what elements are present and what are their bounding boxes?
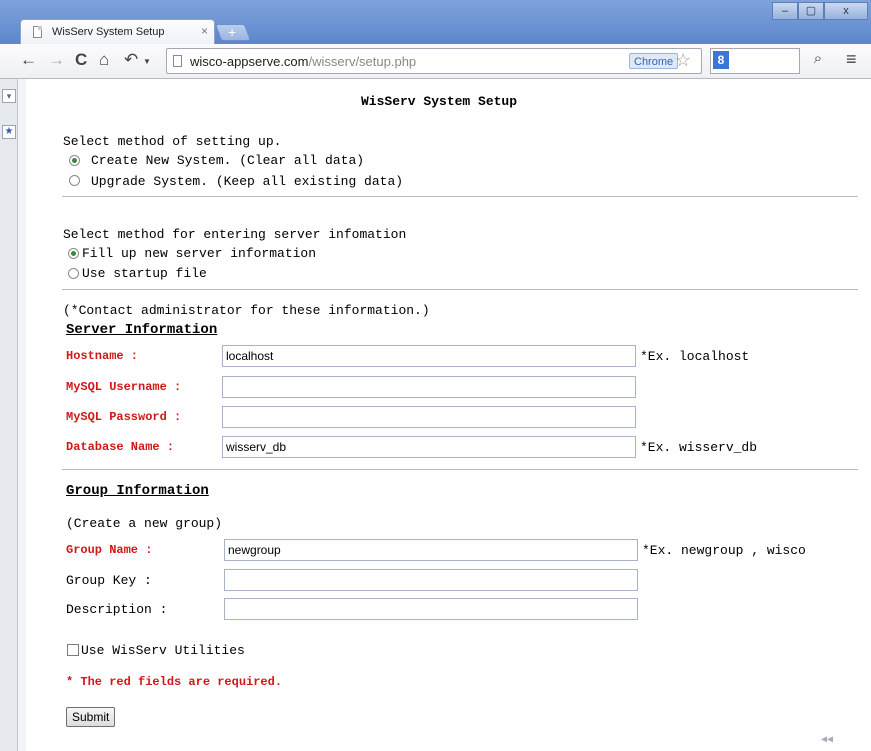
group-note: (Create a new group) (66, 516, 223, 531)
radio-upgrade[interactable] (69, 175, 80, 186)
plus-icon[interactable]: + (228, 24, 236, 41)
undo-dropdown-icon[interactable]: ▼ (143, 57, 151, 66)
favorites-star-icon[interactable]: ★ (2, 125, 16, 139)
group-name-input[interactable] (224, 539, 638, 561)
setup-method-prompt: Select method of setting up. (63, 134, 282, 149)
page-title: WisServ System Setup (361, 94, 518, 109)
description-input[interactable] (224, 598, 638, 620)
divider (62, 289, 858, 290)
undo-icon[interactable]: ↶ (124, 50, 138, 70)
title-bar: WisServ System Setup × + – ▢ x (0, 0, 871, 44)
tab-close-icon[interactable]: × (201, 24, 208, 38)
contact-note: (*Contact administrator for these inform… (63, 303, 430, 318)
window-controls: – ▢ x (772, 2, 868, 20)
side-gap (18, 79, 26, 751)
mysql-username-label: MySQL Username : (66, 380, 182, 394)
hostname-hint: *Ex. localhost (640, 349, 750, 364)
hostname-input[interactable] (222, 345, 636, 367)
url-host: wisco-appserve.com (190, 54, 309, 69)
collapse-arrows-icon[interactable]: ◀◀ (816, 731, 838, 751)
entry-method-prompt: Select method for entering server infoma… (63, 227, 407, 242)
database-name-hint: *Ex. wisserv_db (640, 440, 758, 455)
mysql-password-input[interactable] (222, 406, 636, 428)
address-bar[interactable]: wisco-appserve.com/wisserv/setup.php Chr… (166, 48, 702, 74)
url-text[interactable]: wisco-appserve.com/wisserv/setup.php (190, 54, 416, 69)
dropdown-icon[interactable]: ▾ (2, 89, 16, 103)
page-content: WisServ System Setup Select method of se… (26, 79, 871, 751)
side-panel: ▾ ★ (0, 79, 18, 751)
url-path: /wisserv/setup.php (308, 54, 417, 69)
radio-fill-info-label: Fill up new server information (82, 246, 317, 261)
close-window-button[interactable]: x (824, 2, 868, 20)
group-key-input[interactable] (224, 569, 638, 591)
database-name-label: Database Name : (66, 440, 175, 454)
group-key-label: Group Key : (66, 573, 152, 588)
radio-fill-info[interactable] (68, 248, 79, 259)
divider (62, 469, 858, 470)
radio-create-new-label: Create New System. (Clear all data) (91, 153, 365, 168)
chrome-badge[interactable]: Chrome (629, 53, 679, 69)
minimize-button[interactable]: – (772, 2, 798, 20)
group-info-heading: Group Information (66, 483, 209, 499)
menu-icon[interactable]: ≡ (846, 49, 857, 70)
google-icon[interactable]: 8 (713, 51, 729, 69)
page-icon (33, 26, 42, 38)
submit-button[interactable]: Submit (66, 707, 116, 727)
forward-arrow-icon[interactable]: → (48, 50, 65, 70)
reload-icon[interactable]: C (75, 50, 87, 70)
maximize-button[interactable]: ▢ (798, 2, 824, 20)
use-utilities-checkbox[interactable] (67, 644, 79, 656)
search-icon[interactable]: ⌕ (806, 50, 830, 72)
tab-wisserv-setup[interactable]: WisServ System Setup × (20, 19, 215, 44)
group-name-hint: *Ex. newgroup , wisco (642, 543, 806, 558)
required-note: * The red fields are required. (66, 675, 283, 689)
back-arrow-icon[interactable]: ← (20, 50, 37, 70)
server-info-heading: Server Information (66, 322, 218, 338)
database-name-input[interactable] (222, 436, 636, 458)
description-label: Description : (66, 602, 168, 617)
mysql-username-input[interactable] (222, 376, 636, 398)
group-name-label: Group Name : (66, 543, 153, 557)
bookmark-star-icon[interactable]: ☆ (675, 50, 691, 70)
browser-toolbar: ← → C ⌂ ↶ ▼ wisco-appserve.com/wisserv/s… (0, 44, 871, 79)
radio-startup-file[interactable] (68, 268, 79, 279)
use-utilities-label: Use WisServ Utilities (81, 643, 245, 658)
hostname-label: Hostname : (66, 349, 139, 363)
home-icon[interactable]: ⌂ (99, 50, 109, 70)
mysql-password-label: MySQL Password : (66, 410, 182, 424)
divider (62, 196, 858, 197)
page-icon (173, 55, 182, 67)
radio-create-new[interactable] (69, 155, 80, 166)
radio-upgrade-label: Upgrade System. (Keep all existing data) (91, 174, 404, 189)
search-box[interactable]: 8 (710, 48, 800, 74)
radio-startup-file-label: Use startup file (82, 266, 207, 281)
tab-title: WisServ System Setup (52, 26, 165, 38)
